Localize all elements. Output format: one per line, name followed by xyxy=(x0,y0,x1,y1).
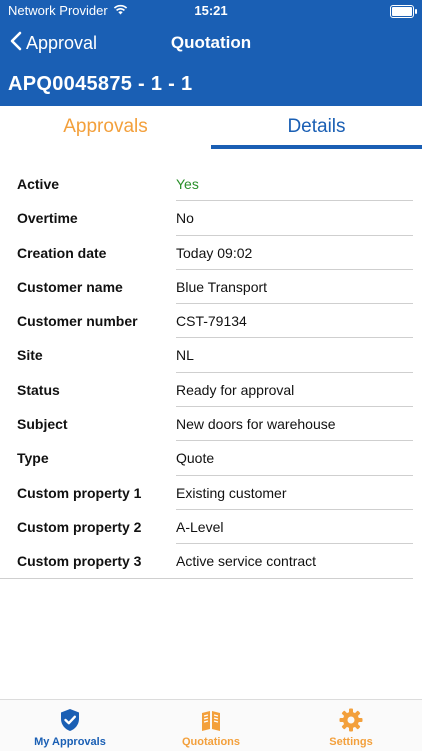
detail-row-site: Site NL xyxy=(0,338,422,373)
shield-check-icon xyxy=(0,708,140,732)
detail-label: Subject xyxy=(17,416,68,433)
detail-label: Type xyxy=(17,450,49,467)
tabbar-label: Quotations xyxy=(181,736,241,748)
detail-value: Blue Transport xyxy=(176,278,268,295)
detail-row-status: Status Ready for approval xyxy=(0,373,422,408)
detail-row-creation-date: Creation date Today 09:02 xyxy=(0,236,422,270)
detail-label: Creation date xyxy=(17,244,107,261)
detail-label: Status xyxy=(17,381,60,398)
detail-label: Customer name xyxy=(17,278,123,295)
detail-row-custom-property-1: Custom property 1 Existing customer xyxy=(0,476,422,510)
record-id: APQ0045875 - 1 - 1 xyxy=(8,73,193,95)
detail-label: Custom property 3 xyxy=(17,553,142,570)
tabbar-item-quotations[interactable]: Quotations xyxy=(141,700,281,751)
book-icon xyxy=(141,708,281,732)
navigation-bar: Approval Quotation xyxy=(0,22,422,66)
header: Network Provider 15:21 Approval Quotatio… xyxy=(0,0,422,106)
detail-value: NL xyxy=(176,347,194,364)
gear-icon xyxy=(281,708,421,732)
detail-value: Today 09:02 xyxy=(176,244,253,261)
detail-label: Active xyxy=(17,176,60,192)
bottom-tab-bar: My Approvals Quotations Settings xyxy=(0,699,422,751)
detail-row-type: Type Quote xyxy=(0,441,422,476)
detail-value: Active service contract xyxy=(176,553,317,570)
tab-approvals[interactable]: Approvals xyxy=(0,106,211,150)
status-time: 15:21 xyxy=(194,3,228,18)
tabbar-item-settings[interactable]: Settings xyxy=(281,700,421,751)
detail-value: Yes xyxy=(176,176,199,192)
segment-tabs: Approvals Details xyxy=(0,106,422,150)
detail-label: Custom property 2 xyxy=(17,518,142,535)
detail-value: A-Level xyxy=(176,518,224,535)
tab-details[interactable]: Details xyxy=(211,106,422,150)
detail-value: Ready for approval xyxy=(176,381,295,398)
page-title: Quotation xyxy=(170,33,252,52)
details-list: Active Yes Overtime No Creation date Tod… xyxy=(0,167,422,579)
detail-value: No xyxy=(176,210,194,227)
row-divider xyxy=(0,577,413,579)
tab-details-label: Details xyxy=(287,116,346,137)
detail-row-customer-number: Customer number CST-79134 xyxy=(0,304,422,339)
detail-label: Site xyxy=(17,347,43,364)
detail-value: New doors for warehouse xyxy=(176,416,336,433)
detail-row-active: Active Yes xyxy=(0,167,422,202)
battery-icon xyxy=(390,5,417,18)
tab-approvals-label: Approvals xyxy=(63,116,148,137)
detail-value: Existing customer xyxy=(176,484,287,501)
detail-row-customer-name: Customer name Blue Transport xyxy=(0,270,422,305)
detail-value: CST-79134 xyxy=(176,313,247,330)
status-bar: Network Provider 15:21 xyxy=(0,0,422,22)
detail-row-custom-property-3: Custom property 3 Active service contrac… xyxy=(0,544,422,579)
tabbar-item-my-approvals[interactable]: My Approvals xyxy=(0,700,140,751)
tab-selected-indicator xyxy=(211,145,422,149)
detail-row-subject: Subject New doors for warehouse xyxy=(0,407,422,442)
tabbar-label: My Approvals xyxy=(34,736,106,748)
detail-row-custom-property-2: Custom property 2 A-Level xyxy=(0,510,422,545)
detail-row-overtime: Overtime No xyxy=(0,201,422,236)
tabbar-label: Settings xyxy=(329,736,373,748)
detail-value: Quote xyxy=(176,450,215,467)
detail-label: Customer number xyxy=(17,313,138,330)
detail-label: Overtime xyxy=(17,210,78,227)
detail-label: Custom property 1 xyxy=(17,484,142,501)
